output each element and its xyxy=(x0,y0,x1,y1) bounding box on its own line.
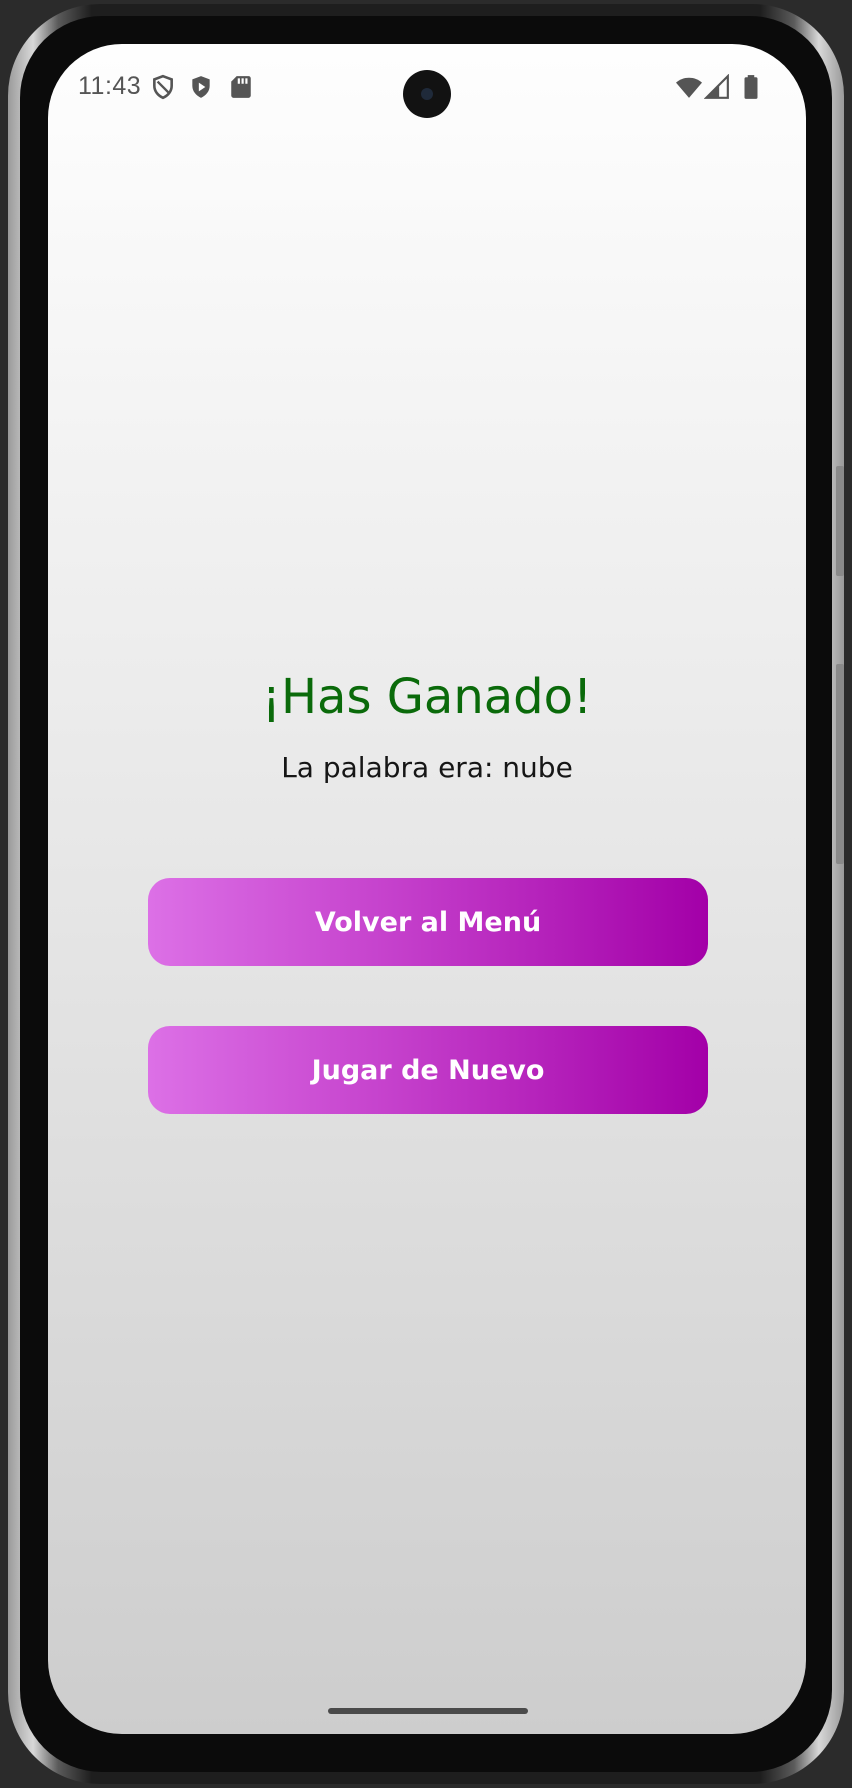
win-title: ¡Has Ganado! xyxy=(261,669,593,725)
shield-play-icon xyxy=(192,76,210,98)
status-bar: 11:43 xyxy=(48,44,806,134)
volume-button xyxy=(836,466,844,576)
shield-outline-icon xyxy=(153,74,173,100)
front-camera xyxy=(403,70,451,118)
word-reveal-text: La palabra era: nube xyxy=(281,751,573,784)
battery-icon xyxy=(744,75,758,99)
app-screen: 11:43 ¡Has Ganado! La palabra era: nube … xyxy=(48,44,806,1734)
cell-signal-icon xyxy=(704,74,729,99)
wifi-icon xyxy=(676,77,702,98)
play-again-button[interactable]: Jugar de Nuevo xyxy=(148,1026,708,1114)
home-indicator[interactable] xyxy=(328,1708,528,1714)
status-time: 11:43 xyxy=(78,72,142,100)
back-to-menu-button[interactable]: Volver al Menú xyxy=(148,878,708,966)
sd-card-icon xyxy=(231,76,251,98)
power-button xyxy=(836,664,844,864)
